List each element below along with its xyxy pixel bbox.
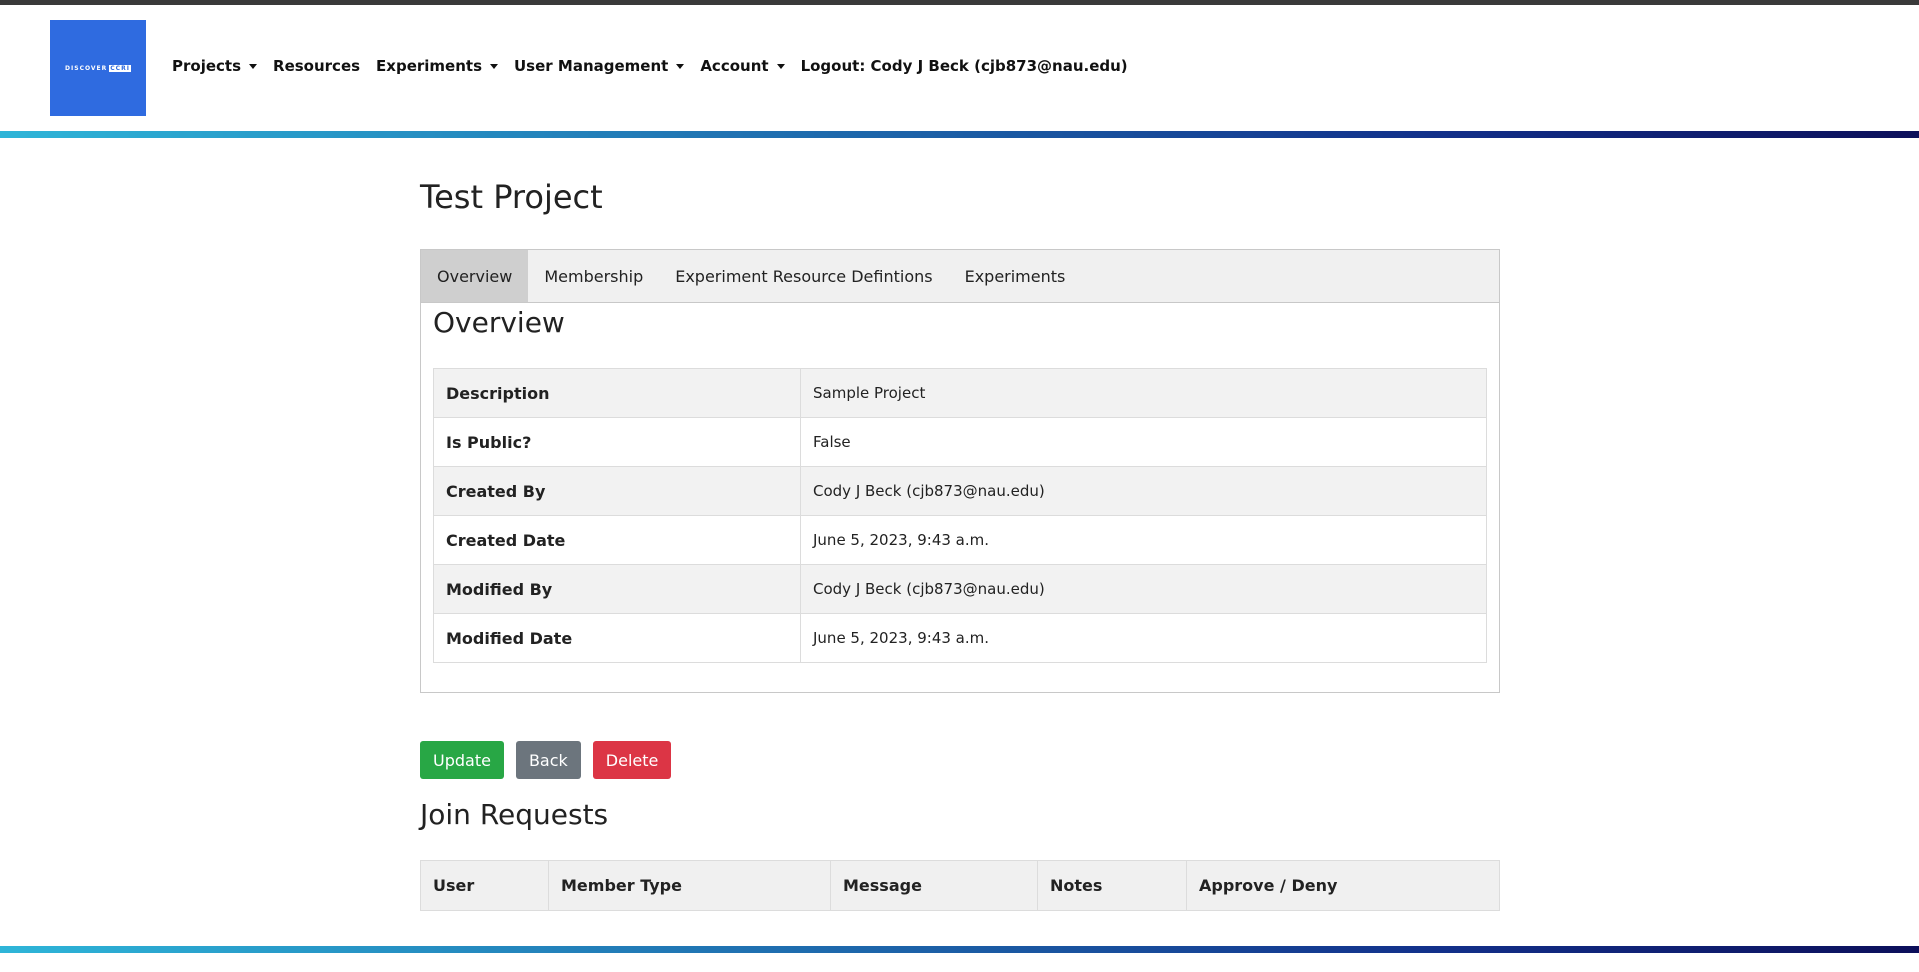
chevron-down-icon <box>249 63 258 69</box>
navbar: DISCOVER CCRI Projects Resources Experime… <box>0 5 1919 131</box>
row-key: Created By <box>433 466 801 516</box>
row-value: Cody J Beck (cjb873@nau.edu) <box>800 466 1487 516</box>
delete-button[interactable]: Delete <box>592 741 672 779</box>
row-key: Created Date <box>433 515 801 565</box>
site-logo[interactable]: DISCOVER CCRI <box>50 20 146 116</box>
join-requests-table: User Member Type Message Notes Approve /… <box>420 860 1500 911</box>
table-header-row: User Member Type Message Notes Approve /… <box>420 860 1500 911</box>
footer-divider-bar <box>0 946 1919 953</box>
table-row: Modified Date June 5, 2023, 9:43 a.m. <box>433 613 1487 663</box>
row-value: Cody J Beck (cjb873@nau.edu) <box>800 564 1487 614</box>
tab-experiment-resource-definitions[interactable]: Experiment Resource Defintions <box>659 250 948 302</box>
tab-overview[interactable]: Overview <box>421 250 529 302</box>
page-title: Test Project <box>420 178 603 216</box>
chevron-down-icon <box>776 63 785 69</box>
table-row: Modified By Cody J Beck (cjb873@nau.edu) <box>433 564 1487 614</box>
row-key: Modified Date <box>433 613 801 663</box>
back-button[interactable]: Back <box>515 741 581 779</box>
column-header-notes: Notes <box>1037 860 1187 911</box>
chevron-down-icon <box>676 63 685 69</box>
row-key: Modified By <box>433 564 801 614</box>
column-header-member-type: Member Type <box>548 860 831 911</box>
project-card: Overview Membership Experiment Resource … <box>420 249 1500 693</box>
row-value: June 5, 2023, 9:43 a.m. <box>800 515 1487 565</box>
logo-word: DISCOVER <box>65 64 108 72</box>
overview-table: Description Sample Project Is Public? Fa… <box>433 368 1487 663</box>
overview-heading: Overview <box>433 306 565 339</box>
action-buttons: Update Back Delete <box>420 741 683 779</box>
nav-projects[interactable]: Projects <box>172 57 258 75</box>
nav-resources-label: Resources <box>273 57 361 75</box>
row-value: June 5, 2023, 9:43 a.m. <box>800 613 1487 663</box>
nav-experiments-label: Experiments <box>376 57 482 75</box>
nav-experiments[interactable]: Experiments <box>376 57 498 75</box>
row-key: Is Public? <box>433 417 801 467</box>
tab-experiments[interactable]: Experiments <box>949 250 1082 302</box>
table-row: Created Date June 5, 2023, 9:43 a.m. <box>433 515 1487 565</box>
table-row: Is Public? False <box>433 417 1487 467</box>
main-nav: Projects Resources Experiments User Mana… <box>172 57 1144 75</box>
chevron-down-icon <box>490 63 498 69</box>
nav-logout-label: Logout: Cody J Beck (cjb873@nau.edu) <box>800 57 1128 75</box>
row-value: False <box>800 417 1487 467</box>
header-divider-bar <box>0 131 1919 138</box>
nav-resources[interactable]: Resources <box>273 57 360 75</box>
logo-text: DISCOVER CCRI <box>65 64 131 72</box>
update-button[interactable]: Update <box>420 741 504 779</box>
column-header-message: Message <box>830 860 1038 911</box>
nav-account[interactable]: Account <box>700 57 785 75</box>
nav-user-management[interactable]: User Management <box>514 57 685 75</box>
row-value: Sample Project <box>800 368 1487 418</box>
nav-projects-label: Projects <box>172 57 242 75</box>
table-row: Description Sample Project <box>433 368 1487 418</box>
nav-user-management-label: User Management <box>514 57 669 75</box>
tab-bar: Overview Membership Experiment Resource … <box>421 250 1499 303</box>
row-key: Description <box>433 368 801 418</box>
join-requests-heading: Join Requests <box>420 798 609 831</box>
nav-account-label: Account <box>700 57 769 75</box>
column-header-user: User <box>420 860 549 911</box>
table-row: Created By Cody J Beck (cjb873@nau.edu) <box>433 466 1487 516</box>
logo-mark: CCRI <box>109 64 131 72</box>
nav-logout[interactable]: Logout: Cody J Beck (cjb873@nau.edu) <box>801 57 1128 75</box>
tab-membership[interactable]: Membership <box>528 250 659 302</box>
column-header-approve-deny: Approve / Deny <box>1186 860 1500 911</box>
